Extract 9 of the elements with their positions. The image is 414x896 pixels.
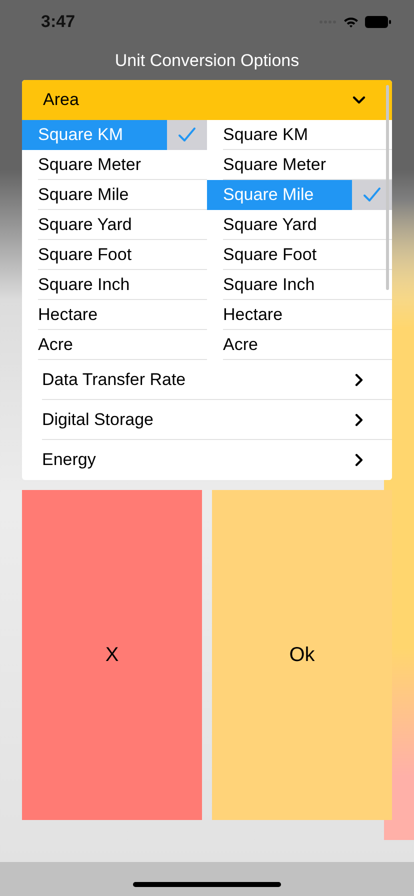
cancel-button[interactable]: X <box>22 490 202 820</box>
checkmark-icon <box>178 127 196 143</box>
status-time: 3:47 <box>41 11 76 34</box>
wifi-icon <box>343 16 359 28</box>
screen-title: Unit Conversion Options <box>114 50 300 72</box>
category-header[interactable]: Area <box>22 80 392 120</box>
checkmark-icon <box>363 187 381 203</box>
battery-icon <box>365 16 391 28</box>
confirm-button[interactable]: Ok <box>212 490 392 820</box>
